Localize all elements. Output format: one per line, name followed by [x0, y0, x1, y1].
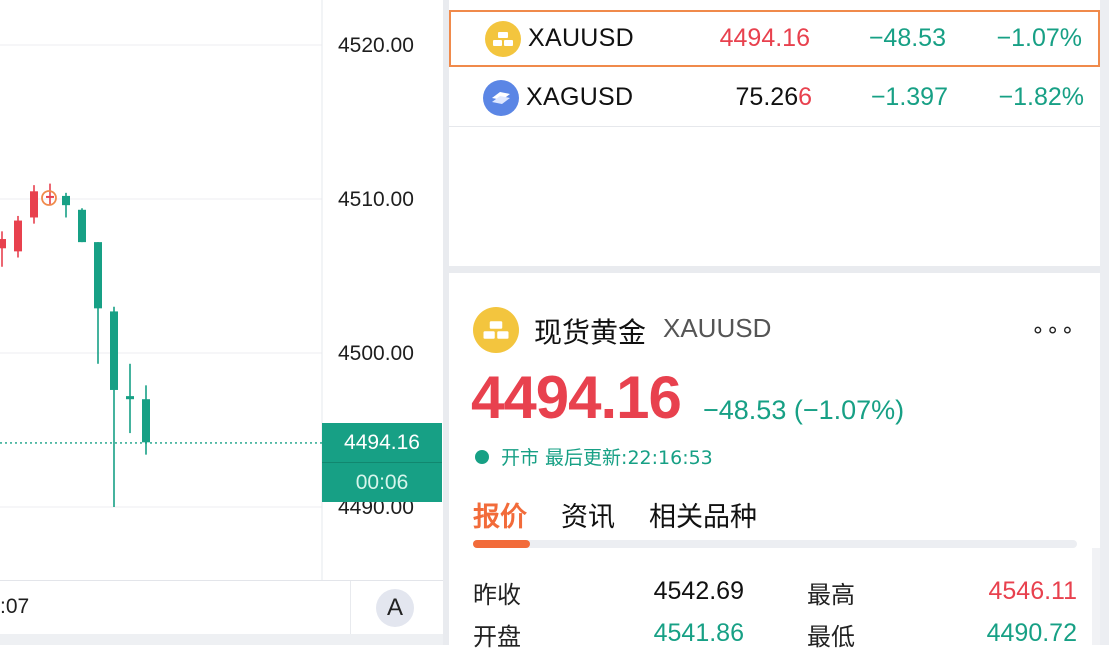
y-tick-label: 4520.00: [338, 34, 414, 57]
prev-close-label: 昨收: [473, 581, 521, 609]
candle-body[interactable]: [126, 396, 134, 400]
chart-gridlines: [0, 44, 322, 508]
watchlist-change-percent: −1.07%: [996, 24, 1083, 52]
gold-bars-icon: [473, 307, 519, 353]
tab-indicator-track: [473, 540, 1077, 548]
candles-group: [0, 183, 150, 507]
watchlist-symbol: XAGUSD: [526, 83, 634, 111]
section-divider: [449, 266, 1100, 273]
chart-bottom-strip: [0, 634, 443, 645]
candlestick-chart-panel[interactable]: 4520.00 4510.00 4500.00 4490.00 4494.16 …: [0, 0, 443, 645]
detail-change: −48.53 (−1.07%): [703, 395, 905, 425]
more-options-button[interactable]: ∘∘∘: [1031, 317, 1075, 343]
watchlist: XAUUSD 4494.16 −48.53 −1.07% XAGUSD 75.2…: [449, 0, 1100, 266]
watchlist-row-xagusd[interactable]: XAGUSD 75.266 −1.397 −1.82%: [449, 69, 1100, 127]
scrollbar[interactable]: [1092, 548, 1100, 645]
y-tick-label: 4500.00: [338, 342, 414, 365]
crosshair-marker-icon: [41, 190, 57, 206]
watchlist-change: −1.397: [870, 83, 948, 111]
candle-body[interactable]: [62, 195, 70, 206]
open-label: 开盘: [473, 623, 521, 651]
watchlist-last-price: 75.266: [735, 83, 812, 111]
low-value: 4490.72: [986, 619, 1077, 647]
symbol-detail-panel: 现货黄金 XAUUSD ∘∘∘ 4494.16 −48.53 (−1.07%) …: [449, 273, 1100, 651]
candle-body[interactable]: [14, 220, 22, 252]
current-price-tag: 4494.16: [322, 423, 442, 463]
tab-news[interactable]: 资讯: [561, 495, 615, 534]
candle-body[interactable]: [46, 195, 54, 198]
low-label: 最低: [807, 623, 855, 651]
detail-last-price: 4494.16: [471, 364, 682, 431]
watchlist-change: −48.53: [868, 24, 946, 52]
watchlist-last-price: 4494.16: [719, 24, 810, 52]
tab-related[interactable]: 相关品种: [649, 495, 757, 534]
symbol-code: XAUUSD: [663, 313, 772, 343]
market-status-text: 开市 最后更新:22:16:53: [501, 447, 713, 469]
y-tick-label: 4510.00: [338, 188, 414, 211]
auto-scale-button[interactable]: A: [376, 589, 414, 627]
candle-body[interactable]: [142, 399, 150, 443]
candle-body[interactable]: [94, 242, 102, 309]
high-value: 4546.11: [988, 577, 1077, 605]
high-label: 最高: [807, 581, 855, 609]
last-digit-highlight: 6: [798, 83, 812, 111]
candle-body[interactable]: [0, 239, 6, 249]
watchlist-change-percent: −1.82%: [998, 83, 1085, 111]
candle-body[interactable]: [110, 311, 118, 390]
candle-body[interactable]: [78, 209, 86, 243]
time-axis-divider: [350, 581, 351, 635]
open-value: 4541.86: [653, 619, 744, 647]
candle-body[interactable]: [30, 191, 38, 218]
prev-close-value: 4542.69: [653, 577, 744, 605]
symbol-name: 现货黄金: [534, 316, 647, 349]
tab-active-indicator: [473, 540, 530, 548]
gold-bars-icon: [485, 20, 521, 57]
market-status: 开市 最后更新:22:16:53: [475, 443, 713, 470]
time-axis-label: :07: [0, 595, 30, 618]
window-edge: [1100, 0, 1109, 645]
silver-bars-icon: [483, 79, 519, 116]
watchlist-row-xauusd[interactable]: XAUUSD 4494.16 −48.53 −1.07%: [449, 10, 1100, 67]
bar-countdown-tag: 00:06: [322, 463, 442, 502]
status-dot-icon: [475, 449, 489, 464]
tab-quote[interactable]: 报价: [473, 495, 527, 534]
time-axis: :07 A: [0, 580, 443, 635]
watchlist-symbol: XAUUSD: [528, 24, 634, 52]
